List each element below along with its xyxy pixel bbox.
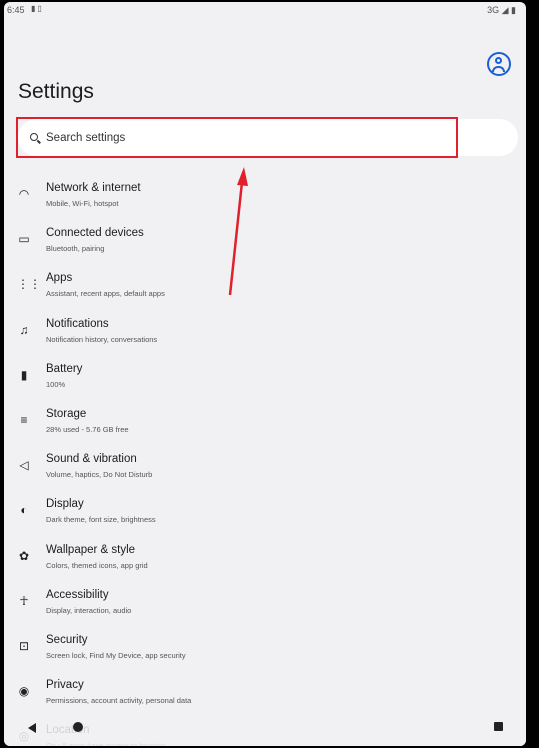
accessibility-icon: ☥ — [19, 593, 29, 608]
brightness-icon: ◐ — [20, 503, 28, 518]
setting-item-privacy[interactable]: ◉ Privacy Permissions, account activity, p… — [4, 671, 526, 715]
setting-item-notifications[interactable]: ♫ Notifications Notification history, conv… — [4, 310, 526, 354]
setting-item-display[interactable]: ◐ Display Dark theme, font size, brightnes… — [4, 490, 526, 534]
palette-icon: ✿ — [18, 548, 30, 563]
volume-icon: ◁ — [19, 458, 29, 473]
setting-item-battery[interactable]: ▮ Battery 100% — [4, 355, 526, 399]
setting-subtitle: Bluetooth, pairing — [46, 244, 105, 254]
setting-subtitle: Mobile, Wi-Fi, hotspot — [46, 199, 119, 208]
setting-item-wallpaper-style[interactable]: ✿ Wallpaper & style Colors, themed icons, … — [4, 536, 526, 580]
setting-subtitle: Volume, haptics, Do Not Disturb — [46, 470, 153, 480]
setting-subtitle: Display, interaction, audio — [46, 605, 132, 615]
storage-icon: ≡ — [20, 413, 28, 427]
bell-icon: ♫ — [19, 322, 29, 337]
setting-item-sound-vibration[interactable]: ◁ Sound & vibration Volume, haptics, Do No… — [4, 445, 526, 489]
home-icon[interactable] — [73, 722, 83, 732]
setting-subtitle: Dark theme, font size, brightness — [46, 515, 156, 525]
setting-title: Security — [46, 634, 88, 646]
setting-item-security[interactable]: ⊡ Security Screen lock, Find My Device, ap… — [4, 626, 526, 670]
setting-title: Notifications — [46, 317, 109, 330]
setting-title: Wallpaper & style — [46, 543, 136, 556]
setting-title: Storage — [46, 408, 87, 420]
back-icon[interactable] — [28, 723, 36, 733]
setting-subtitle: Colors, themed icons, app grid — [46, 560, 148, 570]
devices-icon: ▭ — [18, 232, 30, 247]
setting-title: Network & internet — [46, 182, 141, 194]
lock-icon: ⊡ — [18, 639, 30, 653]
setting-title: Connected devices — [46, 227, 144, 240]
setting-title: Display — [46, 498, 84, 511]
setting-item-storage[interactable]: ≡ Storage 28% used - 5.76 GB free — [4, 400, 526, 444]
setting-item-apps[interactable]: ⋮⋮ Apps Assistant, recent apps, default ap… — [4, 264, 526, 308]
setting-title: Privacy — [46, 679, 84, 692]
setting-title: Battery — [46, 362, 83, 375]
setting-subtitle: Assistant, recent apps, default apps — [46, 289, 165, 299]
apps-grid-icon: ⋮⋮ — [17, 277, 41, 292]
wifi-icon: ◠ — [18, 187, 30, 201]
setting-item-accessibility[interactable]: ☥ Accessibility Display, interaction, audi… — [4, 581, 526, 625]
setting-subtitle: Permissions, account activity, personal … — [46, 696, 192, 706]
battery-icon: ▮ — [20, 367, 28, 382]
eye-icon: ◉ — [18, 684, 30, 699]
setting-subtitle: Notification history, conversations — [46, 334, 158, 344]
navigation-bar — [4, 710, 526, 746]
setting-title: Accessibility — [46, 588, 109, 601]
setting-title: Sound & vibration — [46, 453, 137, 466]
setting-item-connected-devices[interactable]: ▭ Connected devices Bluetooth, pairing — [4, 219, 526, 263]
setting-item-network-internet[interactable]: ◠ Network & internet Mobile, Wi-Fi, hotspo… — [4, 174, 526, 218]
setting-subtitle: 100% — [46, 379, 66, 389]
settings-screen: 6:45 ▮▯ 3G ◢ ▮ Settings Search settings … — [4, 2, 526, 746]
recents-icon[interactable] — [494, 722, 503, 731]
setting-subtitle: 28% used - 5.76 GB free — [46, 425, 129, 434]
setting-subtitle: Screen lock, Find My Device, app securit… — [46, 651, 186, 660]
setting-title: Apps — [46, 272, 73, 285]
